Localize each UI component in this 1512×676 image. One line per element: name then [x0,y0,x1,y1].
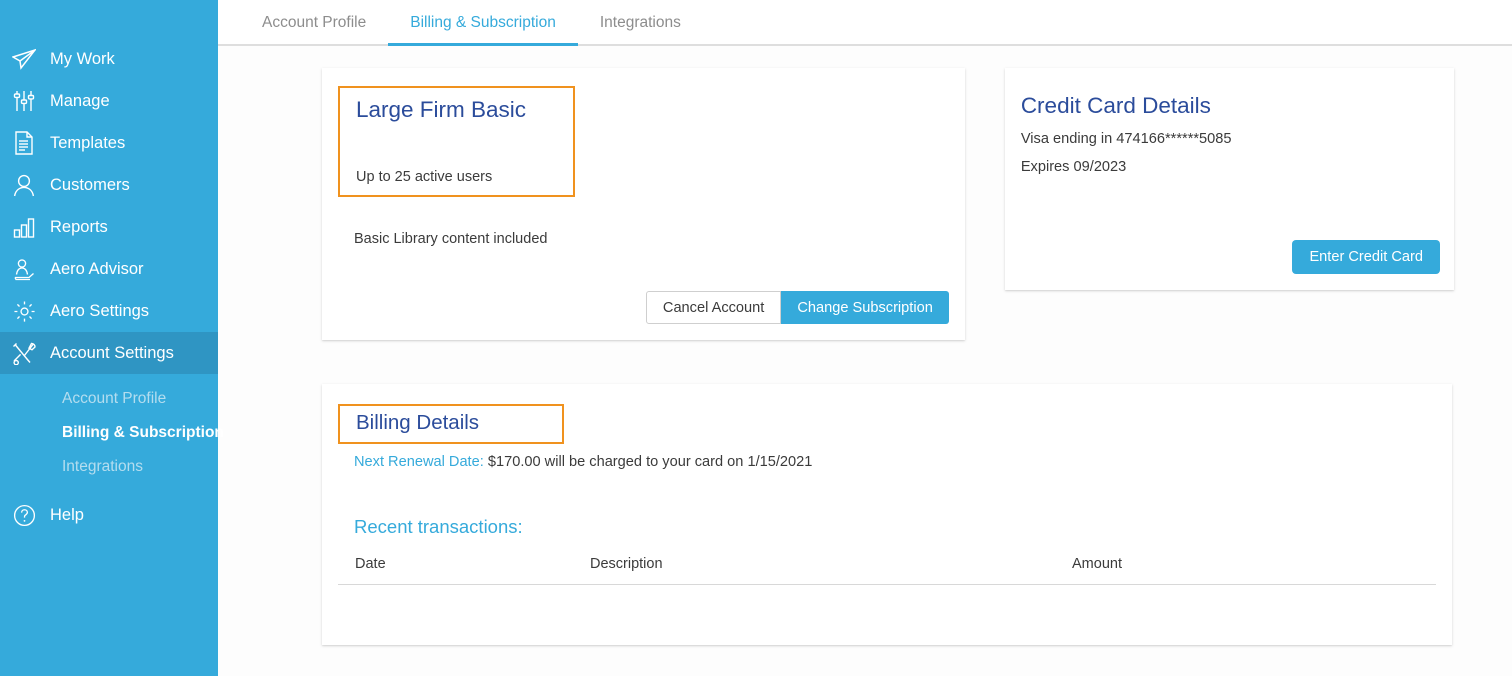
tab-bar: Account Profile Billing & Subscription I… [218,0,1512,46]
billing-details-card: Billing Details Next Renewal Date: $170.… [322,384,1452,645]
sidebar: My Work Manage Templates Customers Repor… [0,0,224,676]
document-icon [8,130,40,156]
credit-card-panel: Credit Card Details Visa ending in 47416… [1004,68,1454,290]
column-header-amount: Amount [1072,555,1436,585]
tab-integrations[interactable]: Integrations [578,14,703,44]
sidebar-item-label: My Work [50,49,115,68]
enter-credit-card-button[interactable]: Enter Credit Card [1292,240,1440,274]
sidebar-item-templates[interactable]: Templates [0,122,218,164]
column-header-date: Date [338,555,590,585]
plan-highlight-box: Large Firm Basic Up to 25 active users [338,86,575,197]
recent-transactions-label: Recent transactions: [354,515,523,537]
sidebar-item-label: Reports [50,217,108,236]
sidebar-item-label: Aero Settings [50,301,150,320]
transactions-empty-area [338,585,1436,629]
subscription-actions: Cancel Account Change Subscription [338,267,949,324]
advisor-icon [8,256,40,282]
column-header-description: Description [590,555,1072,585]
billing-details-title: Billing Details [356,411,480,434]
credit-card-actions: Enter Credit Card [1021,240,1440,274]
next-renewal-text: $170.00 will be charged to your card on … [487,453,813,470]
credit-card-expiry: Expires 09/2023 [1020,158,1127,175]
gear-icon [8,298,40,324]
sidebar-subnav: Account Profile Billing & Subscription I… [0,374,224,484]
billing-title-highlight-box: Billing Details [338,404,564,444]
sidebar-item-label: Manage [50,91,110,110]
sidebar-item-label: Templates [50,133,126,152]
sidebar-item-aero-advisor[interactable]: Aero Advisor [0,248,218,290]
transactions-table-head: Date Description Amount [338,555,1436,585]
change-subscription-button[interactable]: Change Subscription [781,291,949,324]
tab-billing-subscription[interactable]: Billing & Subscription [388,14,578,46]
subscription-card: Large Firm Basic Up to 25 active users B… [322,68,965,340]
cancel-account-button[interactable]: Cancel Account [645,291,782,324]
sidebar-item-label: Help [50,505,84,524]
top-cards-row: Large Firm Basic Up to 25 active users B… [322,68,1454,340]
plan-user-limit: Up to 25 active users [356,168,493,185]
transactions-header-row: Date Description Amount [338,555,1436,585]
transactions-table: Date Description Amount [338,555,1436,585]
next-renewal-label: Next Renewal Date: [354,453,484,470]
content-area: Large Firm Basic Up to 25 active users B… [218,46,1512,676]
plan-name: Large Firm Basic [356,97,527,122]
sliders-icon [8,88,40,114]
tab-account-profile[interactable]: Account Profile [240,14,388,44]
sidebar-subitem-billing-subscription[interactable]: Billing & Subscription [0,416,224,450]
sidebar-subitem-integrations[interactable]: Integrations [0,450,218,484]
sidebar-item-reports[interactable]: Reports [0,206,218,248]
sidebar-item-account-settings[interactable]: Account Settings [0,332,218,374]
sidebar-item-aero-settings[interactable]: Aero Settings [0,290,218,332]
bar-chart-icon [8,214,40,240]
sidebar-subitem-account-profile[interactable]: Account Profile [0,382,218,416]
sidebar-item-my-work[interactable]: My Work [0,38,218,80]
sidebar-item-label: Aero Advisor [50,259,144,278]
main-area: Account Profile Billing & Subscription I… [218,0,1512,676]
sidebar-item-manage[interactable]: Manage [0,80,218,122]
question-circle-icon [8,502,40,528]
sidebar-item-label: Customers [50,175,130,194]
subscription-button-group: Cancel Account Change Subscription [645,291,949,324]
sidebar-item-label: Account Settings [50,343,174,362]
next-renewal-line: Next Renewal Date: $170.00 will be charg… [338,454,1436,470]
tools-icon [8,340,40,366]
credit-card-number: Visa ending in 474166******5085 [1020,130,1232,147]
sidebar-item-help[interactable]: Help [0,494,218,536]
credit-card-title: Credit Card Details [1020,93,1211,118]
sidebar-item-customers[interactable]: Customers [0,164,218,206]
plan-library-note: Basic Library content included [354,230,548,247]
person-icon [8,172,40,198]
paper-plane-icon [8,46,40,72]
